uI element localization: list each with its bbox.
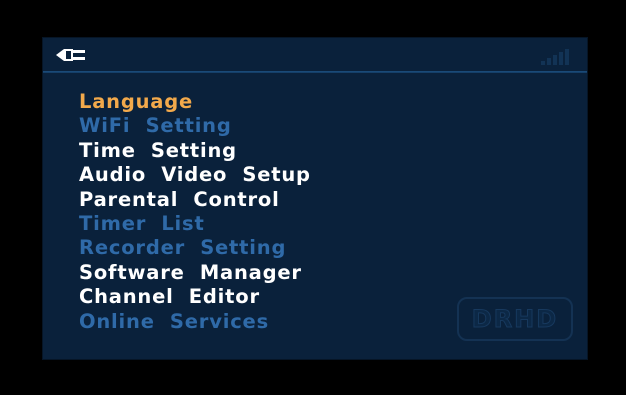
brand-logo-watermark: DRHD [457,297,573,341]
settings-menu: Language WiFi Setting Time Setting Audio Vi… [79,90,311,334]
settings-panel: Language WiFi Setting Time Setting Audio Vi… [42,37,588,360]
menu-item-language[interactable]: Language [79,90,311,114]
menu-item-time-setting[interactable]: Time Setting [79,139,311,163]
menu-item-software-manager[interactable]: Software Manager [79,261,311,285]
tv-screen: Language WiFi Setting Time Setting Audio Vi… [0,0,626,395]
plug-icon [56,49,85,61]
signal-strength-icon [541,49,569,65]
menu-item-channel-editor[interactable]: Channel Editor [79,285,311,309]
header-divider [43,71,587,73]
menu-item-recorder-setting: Recorder Setting [79,236,287,260]
menu-item-parental-control[interactable]: Parental Control [79,188,311,212]
menu-item-wifi-setting: WiFi Setting [79,114,232,138]
header-bar [43,38,587,73]
menu-item-audio-video-setup[interactable]: Audio Video Setup [79,163,311,187]
menu-item-timer-list: Timer List [79,211,205,235]
menu-item-online-services: Online Services [79,309,269,333]
